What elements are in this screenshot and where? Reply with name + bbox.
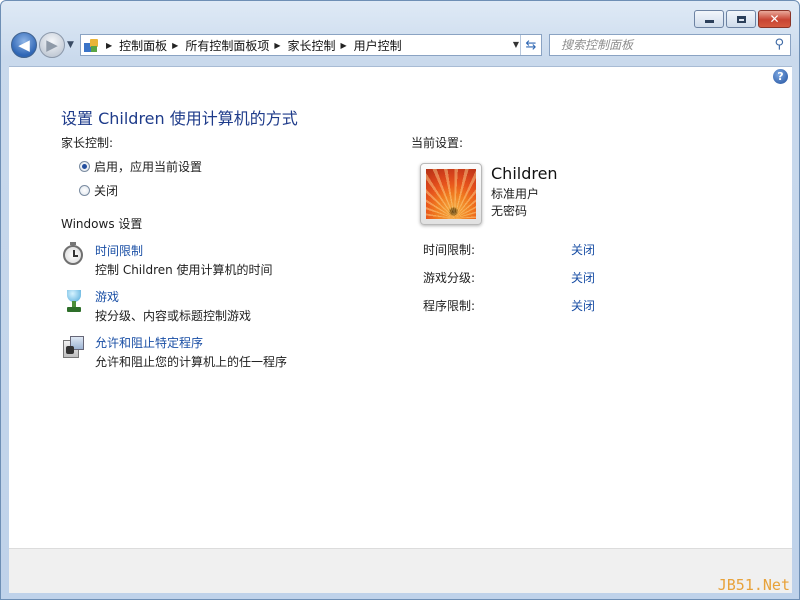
search-icon[interactable]: ⚲ <box>774 37 784 52</box>
address-bar[interactable]: ▶ 控制面板 ▶ 所有控制面板项 ▶ 家长控制 ▶ 用户控制 ▼ ⇆ <box>80 34 542 56</box>
breadcrumb: ▶ 控制面板 ▶ 所有控制面板项 ▶ 家长控制 ▶ 用户控制 <box>101 37 402 54</box>
current-settings-label: 当前设置: <box>411 136 464 150</box>
user-picture-icon <box>426 169 476 219</box>
minimize-button[interactable] <box>694 10 724 28</box>
control-panel-icon <box>84 38 98 52</box>
stopwatch-icon <box>61 242 87 268</box>
breadcrumb-item-user-controls[interactable]: 用户控制 <box>354 37 402 54</box>
maximize-icon <box>736 15 746 23</box>
back-arrow-icon: ◀ <box>18 36 30 54</box>
program-icon <box>61 334 87 360</box>
window: ✕ ◀ ▶ ▼ ▶ 控制面板 ▶ 所有控制面板项 ▶ 家长控制 ▶ 用户控制 ▼… <box>0 0 800 600</box>
forward-arrow-icon: ▶ <box>46 36 58 54</box>
setting-games: 游戏 按分级、内容或标题控制游戏 <box>61 288 251 324</box>
windows-settings-heading: Windows 设置 <box>61 217 143 231</box>
time-limits-link[interactable]: 时间限制 <box>95 242 273 259</box>
setting-programs: 允许和阻止特定程序 允许和阻止您的计算机上的任一程序 <box>61 334 287 370</box>
breadcrumb-item-control-panel[interactable]: 控制面板 <box>119 37 167 54</box>
forward-button[interactable]: ▶ <box>39 32 65 58</box>
search-input[interactable] <box>559 37 763 53</box>
back-button[interactable]: ◀ <box>11 32 37 58</box>
trophy-icon <box>61 288 87 314</box>
window-controls: ✕ <box>694 10 791 28</box>
breadcrumb-separator-icon[interactable]: ▶ <box>106 41 112 50</box>
footer-bar <box>9 548 792 593</box>
main-content: ? 设置 Children 使用计算机的方式 家长控制: 启用，应用当前设置 关… <box>9 66 792 549</box>
setting-time-limits: 时间限制 控制 Children 使用计算机的时间 <box>61 242 273 278</box>
time-limits-desc: 控制 Children 使用计算机的时间 <box>95 263 273 277</box>
radio-off-label: 关闭 <box>94 184 119 198</box>
watermark: JB51.Net <box>717 576 790 594</box>
close-button[interactable]: ✕ <box>758 10 791 28</box>
breadcrumb-item-parental-controls[interactable]: 家长控制 <box>288 37 336 54</box>
radio-enable[interactable]: 启用，应用当前设置 <box>79 158 202 175</box>
breadcrumb-separator-icon[interactable]: ▶ <box>274 41 280 50</box>
radio-checked-icon <box>79 161 90 172</box>
navigation-buttons: ◀ ▶ ▼ <box>11 32 74 58</box>
programs-desc: 允许和阻止您的计算机上的任一程序 <box>95 355 288 369</box>
user-name: Children <box>491 164 558 183</box>
user-role: 标准用户 <box>491 187 540 201</box>
current-game-ratings-label: 游戏分级: <box>423 271 476 285</box>
maximize-button[interactable] <box>726 10 756 28</box>
refresh-icon: ⇆ <box>525 37 537 53</box>
refresh-button[interactable]: ⇆ <box>520 35 541 55</box>
breadcrumb-separator-icon[interactable]: ▶ <box>341 41 347 50</box>
games-link[interactable]: 游戏 <box>95 288 251 305</box>
parental-controls-label: 家长控制: <box>61 136 114 150</box>
radio-unchecked-icon <box>79 185 90 196</box>
current-program-limits-value[interactable]: 关闭 <box>571 297 595 314</box>
current-program-limits-label: 程序限制: <box>423 299 476 313</box>
current-time-limits-label: 时间限制: <box>423 243 476 257</box>
breadcrumb-separator-icon[interactable]: ▶ <box>172 41 178 50</box>
recent-pages-dropdown-icon[interactable]: ▼ <box>67 40 74 50</box>
close-icon: ✕ <box>769 12 780 26</box>
page-title: 设置 Children 使用计算机的方式 <box>61 109 298 128</box>
programs-link[interactable]: 允许和阻止特定程序 <box>95 334 287 351</box>
search-box[interactable]: ⚲ <box>549 34 791 56</box>
radio-off[interactable]: 关闭 <box>79 182 118 199</box>
user-password-status: 无密码 <box>491 204 528 218</box>
games-desc: 按分级、内容或标题控制游戏 <box>95 309 252 323</box>
breadcrumb-item-all-items[interactable]: 所有控制面板项 <box>185 37 269 54</box>
avatar <box>420 163 482 225</box>
radio-enable-label: 启用，应用当前设置 <box>94 160 203 174</box>
address-dropdown-icon[interactable]: ▼ <box>513 40 519 49</box>
current-game-ratings-value[interactable]: 关闭 <box>571 269 595 286</box>
help-icon[interactable]: ? <box>773 69 788 84</box>
current-time-limits-value[interactable]: 关闭 <box>571 241 595 258</box>
minimize-icon <box>704 20 714 23</box>
